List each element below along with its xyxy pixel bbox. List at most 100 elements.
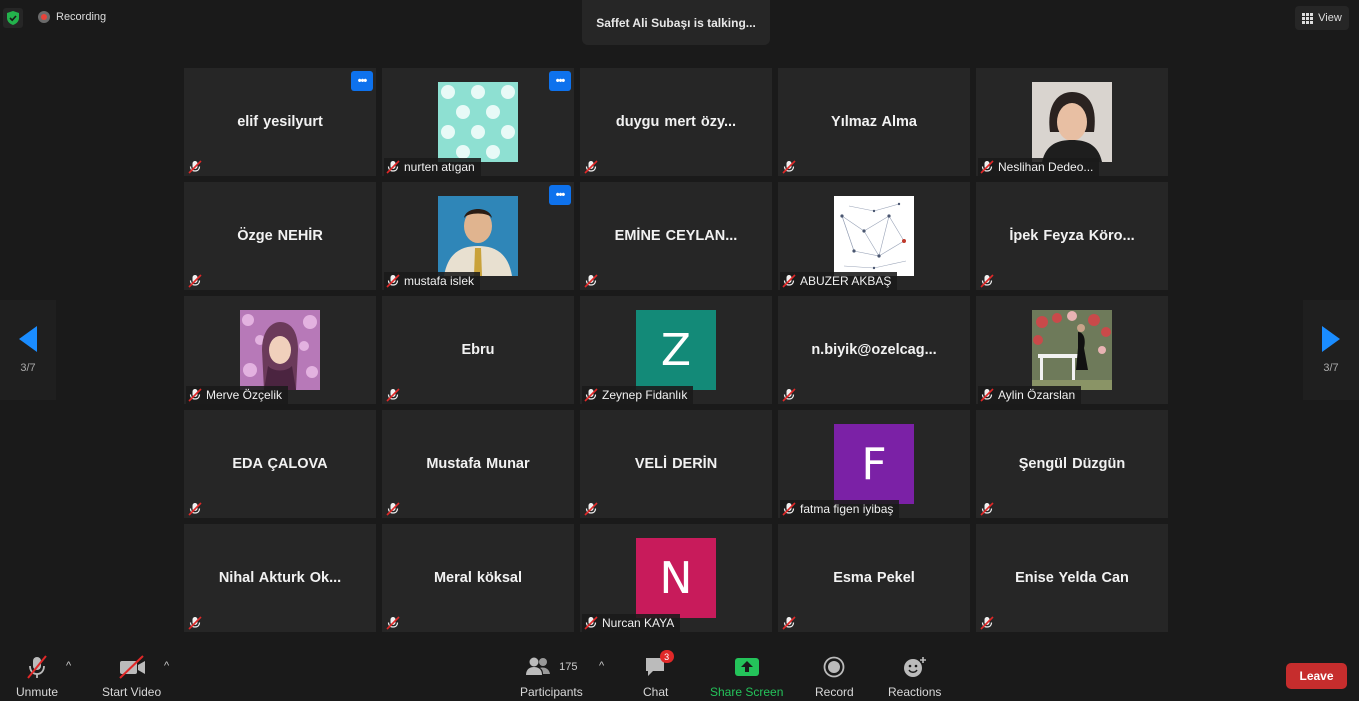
participant-tile[interactable]: n.biyik@ozelcag...: [778, 296, 970, 404]
grid-icon: [1302, 12, 1314, 24]
recording-indicator[interactable]: Recording: [38, 11, 106, 23]
more-options-button[interactable]: •••: [351, 71, 373, 91]
participant-tile[interactable]: Merve Özçelik: [184, 296, 376, 404]
participant-tile[interactable]: nurten atıgan •••: [382, 68, 574, 176]
muted-mic-icon: [386, 274, 400, 288]
participants-button[interactable]: 175 Participants: [520, 652, 583, 699]
encryption-shield-icon[interactable]: [3, 8, 23, 28]
participant-tile[interactable]: Esma Pekel: [778, 524, 970, 632]
participant-tile[interactable]: ABUZER AKBAŞ: [778, 182, 970, 290]
participant-display-name: VELİ DERİN: [634, 456, 718, 472]
participant-tile[interactable]: İpek Feyza Köro...: [976, 182, 1168, 290]
muted-mic-icon: [582, 500, 600, 518]
participant-tile[interactable]: Neslihan Dedeo...: [976, 68, 1168, 176]
avatar-initial: F: [834, 424, 914, 504]
participant-name-label: Neslihan Dedeo...: [978, 158, 1100, 176]
previous-page-nav[interactable]: 3/7: [0, 300, 56, 400]
more-options-button[interactable]: •••: [549, 71, 571, 91]
video-options-caret-icon[interactable]: ^: [164, 660, 169, 672]
participant-display-name: Şengül Düzgün: [1018, 456, 1126, 472]
muted-mic-icon: [780, 386, 798, 404]
arrow-right-icon[interactable]: [1322, 326, 1340, 352]
participant-display-name: Özge NEHİR: [237, 228, 323, 244]
muted-mic-icon: [980, 388, 994, 402]
participant-name: mustafa islek: [404, 274, 475, 288]
next-page-nav[interactable]: 3/7: [1303, 300, 1359, 400]
participant-tile[interactable]: Nihal Akturk Ok...: [184, 524, 376, 632]
participant-display-name: Nihal Akturk Ok...: [218, 570, 342, 586]
audio-options-caret-icon[interactable]: ^: [66, 660, 71, 672]
profile-picture: [438, 82, 518, 162]
muted-mic-icon: [186, 614, 204, 632]
participant-tile[interactable]: Enise Yelda Can: [976, 524, 1168, 632]
participant-display-name: İpek Feyza Köro...: [1009, 228, 1135, 244]
participant-tile[interactable]: Mustafa Munar: [382, 410, 574, 518]
participant-tile[interactable]: Yılmaz Alma: [778, 68, 970, 176]
participant-display-name: EMİNE CEYLAN...: [614, 228, 738, 244]
participant-name: nurten atıgan: [404, 160, 475, 174]
muted-mic-icon: [780, 158, 798, 176]
participant-name: Zeynep Fidanlık: [602, 388, 688, 402]
participant-display-name: Meral köksal: [433, 570, 523, 586]
participant-tile[interactable]: EMİNE CEYLAN...: [580, 182, 772, 290]
muted-mic-icon: [584, 388, 598, 402]
participants-options-caret-icon[interactable]: ^: [599, 660, 604, 672]
chat-icon: 3: [644, 650, 674, 682]
start-video-button[interactable]: Start Video: [102, 652, 161, 699]
participant-name: fatma figen iyibaş: [800, 502, 894, 516]
muted-mic-icon: [782, 274, 796, 288]
view-button[interactable]: View: [1295, 6, 1349, 30]
participant-name-label: ABUZER AKBAŞ: [780, 272, 898, 290]
page-indicator-left: 3/7: [20, 362, 36, 374]
participant-tile[interactable]: Ebru: [382, 296, 574, 404]
microphone-muted-icon: [24, 652, 50, 682]
recording-icon: [38, 11, 50, 23]
muted-mic-icon: [384, 500, 402, 518]
reactions-label: Reactions: [888, 685, 942, 699]
participant-tile[interactable]: Özge NEHİR: [184, 182, 376, 290]
muted-mic-icon: [582, 272, 600, 290]
participant-tile[interactable]: Z Zeynep Fidanlık: [580, 296, 772, 404]
participant-tile[interactable]: Meral köksal: [382, 524, 574, 632]
participant-tile[interactable]: VELİ DERİN: [580, 410, 772, 518]
participant-name-label: fatma figen iyibaş: [780, 500, 900, 518]
arrow-left-icon[interactable]: [19, 326, 37, 352]
participant-name-label: Merve Özçelik: [186, 386, 289, 404]
reactions-button[interactable]: Reactions: [888, 652, 941, 699]
participant-tile[interactable]: N Nurcan KAYA: [580, 524, 772, 632]
participant-tile[interactable]: EDA ÇALOVA: [184, 410, 376, 518]
page-indicator-right: 3/7: [1323, 362, 1339, 374]
participant-display-name: elif yesilyurt: [237, 114, 323, 130]
start-video-label: Start Video: [102, 685, 162, 699]
more-options-button[interactable]: •••: [549, 185, 571, 205]
participant-name-label: Aylin Özarslan: [978, 386, 1082, 404]
muted-mic-icon: [978, 272, 996, 290]
participant-tile[interactable]: Aylin Özarslan: [976, 296, 1168, 404]
muted-mic-icon: [186, 272, 204, 290]
participant-tile[interactable]: Ffatma figen iyibaş: [778, 410, 970, 518]
participant-display-name: Yılmaz Alma: [831, 114, 917, 130]
chat-button[interactable]: 3 Chat: [643, 650, 674, 699]
recording-label: Recording: [56, 11, 107, 23]
avatar-initial: N: [636, 538, 716, 618]
view-label: View: [1318, 12, 1342, 24]
leave-button[interactable]: Leave: [1286, 663, 1347, 689]
participant-tile[interactable]: elif yesilyurt •••: [184, 68, 376, 176]
share-screen-button[interactable]: Share Screen: [710, 652, 783, 699]
participant-name: ABUZER AKBAŞ: [800, 274, 892, 288]
participant-tile[interactable]: duygu mert özy...: [580, 68, 772, 176]
participant-tile[interactable]: Şengül Düzgün: [976, 410, 1168, 518]
record-button[interactable]: Record: [815, 652, 854, 699]
participant-tile[interactable]: mustafa islek •••: [382, 182, 574, 290]
participant-display-name: Esma Pekel: [833, 570, 915, 586]
participant-name-label: mustafa islek: [384, 272, 481, 290]
participant-name: Neslihan Dedeo...: [998, 160, 1094, 174]
record-label: Record: [815, 685, 854, 699]
muted-mic-icon: [188, 388, 202, 402]
profile-picture: [1032, 82, 1112, 162]
participant-video-grid: elif yesilyurt ••• nurten atıgan ••• duygu m…: [184, 68, 1168, 632]
muted-mic-icon: [782, 502, 796, 516]
leave-label: Leave: [1299, 669, 1334, 683]
unmute-button[interactable]: Unmute: [16, 652, 58, 699]
participant-name-label: Nurcan KAYA: [582, 614, 681, 632]
